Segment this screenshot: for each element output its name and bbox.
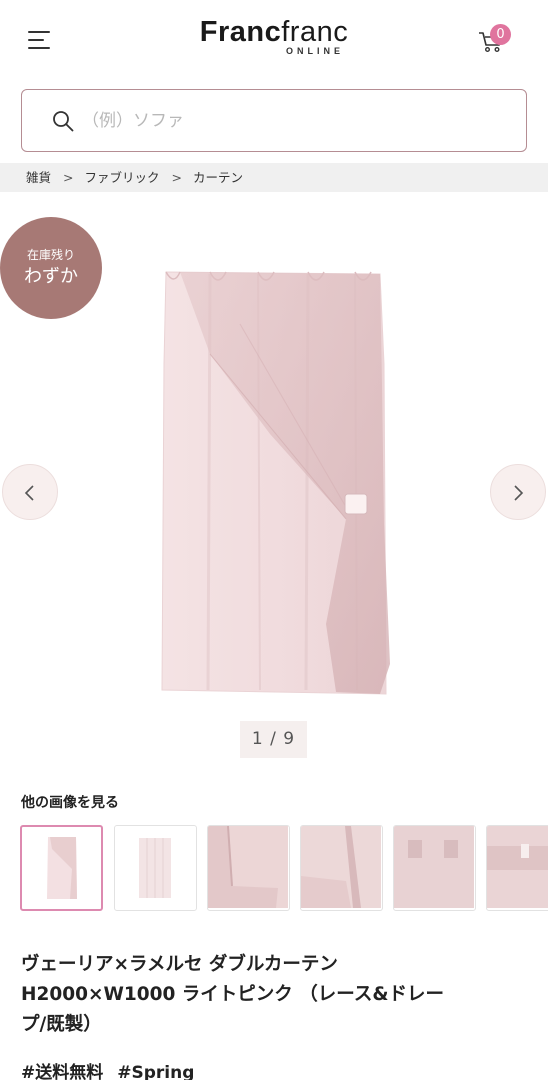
product-title-line-3: プ/既製） [21,1014,102,1035]
product-title: ヴェーリア×ラメルセ ダブルカーテン H2000×W1000 ライトピンク （レ… [21,950,531,1040]
breadcrumb-item-fabric[interactable]: ファブリック [85,163,160,192]
thumbnail-1[interactable] [20,825,103,911]
tag-free-shipping[interactable]: #送料無料 [21,1063,103,1080]
product-title-line-1: ヴェーリア×ラメルセ ダブルカーテン [21,954,338,975]
search-icon[interactable] [52,110,74,132]
low-stock-badge: 在庫残り わずか [0,217,102,319]
breadcrumb-item-zakka[interactable]: 雑貨 [26,163,51,192]
search-input[interactable] [82,104,502,138]
thumbnail-6[interactable] [486,825,548,911]
low-stock-label: 在庫残り [26,248,75,262]
site-logo[interactable]: Francfranc ONLINE [0,16,548,56]
product-image-gallery[interactable]: 在庫残り わずか 1 / 9 [0,192,548,772]
thumbnail-4[interactable] [300,825,383,911]
chevron-left-icon [24,485,34,501]
breadcrumb-item-curtain[interactable]: カーテン [193,163,243,192]
breadcrumb-separator: > [63,170,74,185]
product-title-line-2: H2000×W1000 ライトピンク （レース&ドレー [21,984,444,1005]
previous-image-button[interactable] [2,464,58,520]
low-stock-value: わずか [24,266,78,287]
main-product-image [150,264,410,704]
cart-button[interactable]: 0 [476,24,518,60]
search-box [21,89,527,152]
product-tags: #送料無料 #Spring [21,1058,208,1080]
next-image-button[interactable] [490,464,546,520]
thumbnail-3[interactable] [207,825,290,911]
cart-count-badge: 0 [490,24,511,45]
thumbnails-heading: 他の画像を見る [21,795,119,811]
breadcrumb-separator: > [171,170,182,185]
chevron-right-icon [514,485,524,501]
breadcrumb: 雑貨 > ファブリック > カーテン [0,163,548,192]
image-pager: 1 / 9 [240,721,307,758]
tag-spring[interactable]: #Spring [117,1063,194,1080]
header: Francfranc ONLINE 0 [0,0,548,80]
thumbnail-5[interactable] [393,825,476,911]
thumbnail-strip[interactable] [20,825,548,913]
thumbnail-2[interactable] [114,825,197,911]
logo-wordmark: Francfranc [199,16,349,48]
